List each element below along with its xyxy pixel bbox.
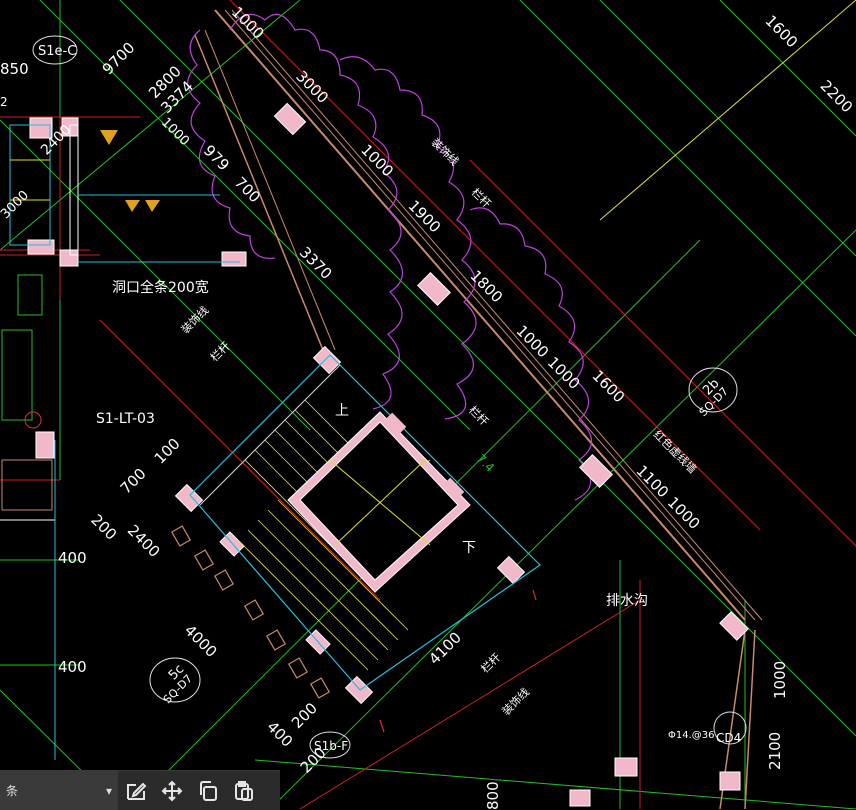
stair-id: S1-LT-03 bbox=[96, 411, 155, 427]
chevron-down-icon[interactable]: ▾ bbox=[106, 784, 112, 798]
dimension-text-30: 1000 bbox=[771, 661, 789, 699]
bottom-toolbar: 条 ▾ bbox=[0, 770, 280, 810]
left-number: 2 bbox=[0, 95, 8, 109]
down-label: 下 bbox=[462, 540, 476, 556]
diameter-note: Φ14.@36 bbox=[668, 730, 715, 741]
drain-label: 排水沟 bbox=[606, 593, 648, 609]
tag-cd4: CD4 bbox=[716, 731, 741, 745]
move-button[interactable] bbox=[154, 773, 190, 809]
move-icon bbox=[161, 780, 183, 801]
edit-button[interactable] bbox=[118, 773, 154, 809]
dimension-text-23: 400 bbox=[58, 549, 87, 567]
cad-drawing-canvas[interactable]: S1e-C S1b-F 2b SQ-D7 5c SQ-D7 CD4 S1-LT-… bbox=[0, 0, 856, 809]
paste-button[interactable] bbox=[226, 773, 262, 809]
edit-icon bbox=[127, 782, 147, 800]
dimension-text-24: 400 bbox=[58, 658, 87, 676]
paste-icon bbox=[235, 780, 253, 801]
command-line[interactable]: 条 ▾ bbox=[0, 771, 118, 810]
dimension-text-6: 850 bbox=[0, 60, 29, 78]
dimension-text-31: 2100 bbox=[766, 732, 784, 770]
copy-button[interactable] bbox=[190, 773, 226, 809]
command-text: 条 bbox=[6, 784, 19, 798]
up-label: 上 bbox=[335, 403, 349, 419]
copy-icon bbox=[200, 780, 217, 801]
tag-s1e-c: S1e-C bbox=[38, 44, 76, 59]
hole-note: 洞口全条200宽 bbox=[112, 279, 209, 296]
dimension-text-32: 800 bbox=[484, 781, 502, 809]
